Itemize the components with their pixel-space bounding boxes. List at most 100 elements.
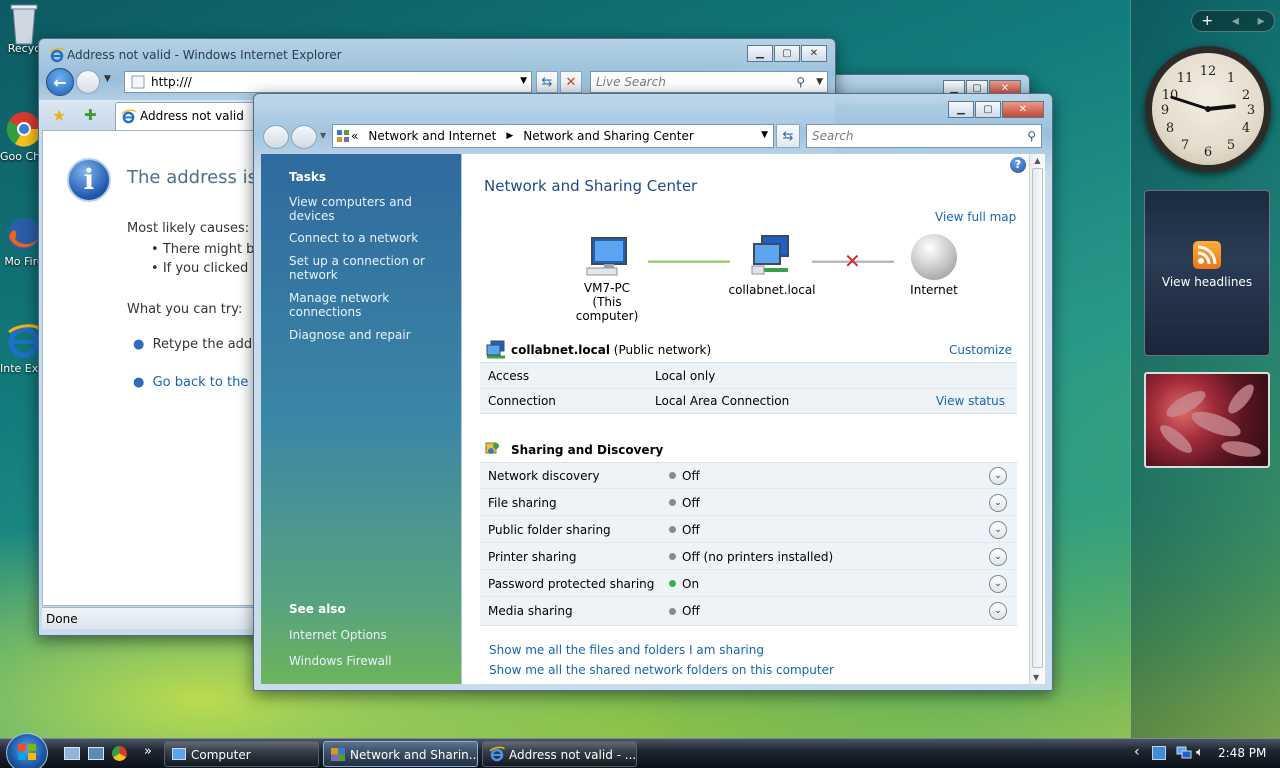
add-favorite-icon[interactable]: ✚ [84, 106, 97, 124]
volume-muted-icon[interactable]: 🔈︎ [1196, 745, 1204, 760]
favorites-star-icon[interactable]: ★ [52, 106, 66, 125]
nw-search-input[interactable]: Search ⚲ [806, 124, 1042, 148]
maximize-button[interactable]: ▢ [774, 45, 800, 62]
go-back-link[interactable]: ● Go back to the p [133, 375, 261, 390]
breadcrumb-overflow[interactable]: « [351, 129, 358, 143]
sharing-row-media[interactable]: Media sharing Off ⌄ [480, 598, 1017, 624]
map-network[interactable]: collabnet.local [728, 234, 816, 297]
expand-chevron-icon[interactable]: ⌄ [989, 574, 1007, 593]
stop-button[interactable]: ✕ [560, 71, 582, 93]
slideshow-photo [1160, 384, 1261, 457]
scroll-thumb[interactable] [1032, 168, 1043, 668]
search-dropdown-icon[interactable]: ▼ [816, 72, 823, 92]
map-computer[interactable]: VM7-PC (This computer) [560, 234, 654, 323]
nw-back-button[interactable] [263, 125, 289, 149]
see-also-windows-firewall[interactable]: Windows Firewall [289, 654, 461, 668]
taskbar-button-computer[interactable]: Computer [164, 741, 319, 767]
next-gadget-button[interactable]: ▸ [1258, 13, 1265, 29]
show-shared-files-link[interactable]: Show me all the files and folders I am s… [489, 643, 764, 657]
sharing-row-password-protected[interactable]: Password protected sharing On ⌄ [480, 571, 1017, 597]
ie-small-icon [489, 746, 505, 765]
see-also-internet-options[interactable]: Internet Options [289, 628, 461, 642]
tray-app-icon[interactable] [1152, 746, 1166, 760]
nw-address-dropdown-icon[interactable]: ▼ [761, 130, 768, 140]
maximize-button[interactable]: ▢ [975, 101, 1001, 118]
row-value: Off [655, 604, 989, 618]
scroll-down-arrow[interactable]: ▼ [1033, 673, 1039, 682]
task-view-computers[interactable]: View computers and devices [289, 195, 461, 223]
chrome-quicklaunch-icon[interactable] [112, 746, 127, 761]
minimize-button[interactable]: ▁ [948, 101, 974, 118]
expand-chevron-icon[interactable]: ⌄ [989, 602, 1007, 620]
back-button[interactable]: ← [46, 68, 74, 96]
show-desktop-icon[interactable] [64, 747, 80, 760]
history-dropdown-button[interactable]: ▼ [104, 74, 111, 84]
nw-history-dropdown[interactable]: ▼ [320, 131, 326, 140]
quicklaunch-overflow[interactable]: » [144, 744, 152, 759]
status-dot-icon [669, 607, 676, 615]
sharing-row-public-folder[interactable]: Public folder sharing Off ⌄ [480, 517, 1017, 543]
row-value: Off [655, 496, 989, 510]
address-dropdown-icon[interactable]: ▼ [520, 76, 527, 86]
start-button[interactable] [6, 733, 48, 768]
add-gadget-button[interactable]: + [1201, 13, 1213, 29]
live-search-input[interactable]: Live Search ⚲ ▼ [590, 71, 828, 93]
connection-row-access: Access Local only [480, 363, 1017, 389]
close-button[interactable]: ✕ [801, 45, 827, 62]
minimize-button[interactable]: ▁ [747, 45, 773, 62]
task-diagnose-repair[interactable]: Diagnose and repair [289, 328, 461, 342]
svg-text:7: 7 [1181, 138, 1189, 153]
svg-text:10: 10 [1162, 88, 1179, 103]
no-internet-icon: ✕ [844, 249, 861, 273]
search-icon[interactable]: ⚲ [796, 72, 805, 92]
news-headlines-gadget[interactable]: View headlines [1144, 190, 1270, 356]
search-icon[interactable]: ⚲ [1027, 125, 1036, 147]
customize-link[interactable]: Customize [949, 343, 1012, 357]
map-link-computer-network [648, 260, 730, 263]
slideshow-gadget[interactable] [1144, 372, 1270, 468]
rss-feed-icon [1193, 241, 1221, 269]
switch-windows-icon[interactable] [88, 747, 104, 760]
map-internet[interactable]: Internet [900, 234, 968, 297]
show-hidden-icons-button[interactable]: ‹ [1134, 744, 1140, 760]
breadcrumb-current[interactable]: Network and Sharing Center [523, 129, 694, 143]
show-shared-folders-link[interactable]: Show me all the shared network folders o… [489, 663, 834, 677]
network-status-icon[interactable] [1176, 746, 1192, 760]
view-status-link[interactable]: View status [936, 394, 1005, 408]
breadcrumb-network-and-internet[interactable]: Network and Internet [368, 129, 496, 143]
clock-time[interactable]: 2:48 PM [1218, 746, 1266, 760]
sharing-row-network-discovery[interactable]: Network discovery Off ⌄ [480, 463, 1017, 489]
forward-button[interactable] [76, 70, 100, 94]
nw-refresh-button[interactable]: ⇆ [776, 124, 800, 148]
connection-heading: collabnet.local (Public network) [511, 343, 711, 357]
nw-forward-button[interactable] [291, 125, 317, 149]
status-dot-icon [669, 526, 676, 533]
connection-name: collabnet.local [511, 343, 610, 357]
sharing-row-file-sharing[interactable]: File sharing Off ⌄ [480, 490, 1017, 516]
refresh-button[interactable]: ⇆ [536, 71, 558, 93]
ie-tab[interactable]: Address not valid [115, 102, 255, 130]
scroll-up-arrow[interactable]: ▲ [1030, 156, 1045, 165]
expand-chevron-icon[interactable]: ⌄ [989, 547, 1007, 566]
nw-address-bar[interactable]: « Network and Internet ▶ Network and Sha… [332, 124, 774, 148]
expand-chevron-icon[interactable]: ⌄ [989, 493, 1007, 512]
row-value: Off [655, 523, 989, 537]
control-panel-icon [336, 129, 350, 146]
expand-chevron-icon[interactable]: ⌄ [989, 466, 1007, 485]
task-setup-connection[interactable]: Set up a connection or network [289, 254, 461, 282]
svg-text:8: 8 [1166, 121, 1174, 136]
task-manage-connections[interactable]: Manage network connections [289, 291, 461, 319]
previous-gadget-button[interactable]: ◂ [1232, 13, 1239, 29]
address-bar[interactable]: http:/// ▼ [124, 71, 532, 93]
taskbar-button-network[interactable]: Network and Sharin... [323, 741, 478, 767]
close-button[interactable]: ✕ [1002, 101, 1044, 118]
view-full-map-link[interactable]: View full map [935, 210, 1016, 224]
task-connect-network[interactable]: Connect to a network [289, 231, 461, 245]
expand-chevron-icon[interactable]: ⌄ [989, 520, 1007, 539]
vertical-scrollbar[interactable]: ▲ ▼ [1029, 154, 1045, 684]
windows-logo-icon [18, 744, 36, 760]
sharing-row-printer[interactable]: Printer sharing Off (no printers install… [480, 544, 1017, 570]
help-icon[interactable]: ? [1010, 157, 1026, 173]
taskbar-button-ie[interactable]: Address not valid - ... [482, 741, 637, 767]
clock-gadget[interactable]: 12 1 2 345 678 9 10 11 [1145, 46, 1271, 172]
